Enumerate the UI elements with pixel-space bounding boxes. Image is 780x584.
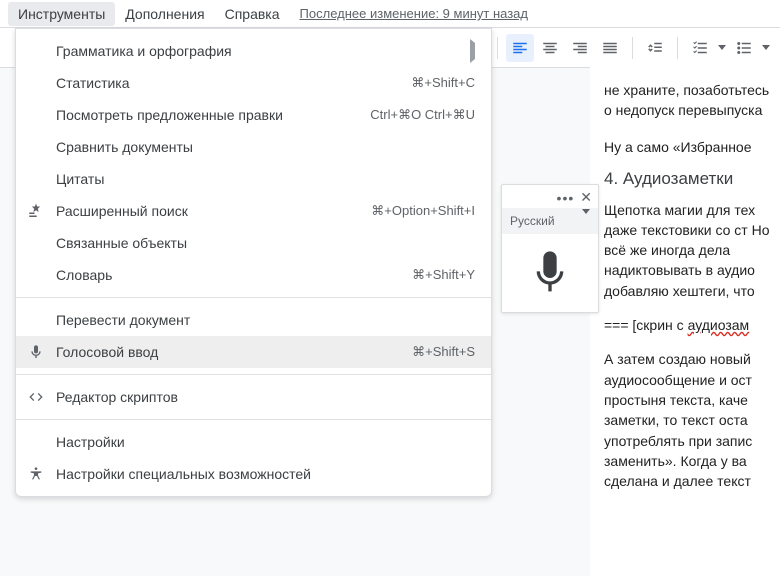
chevron-down-icon [582,214,590,228]
menu-help[interactable]: Справка [215,2,290,26]
mic-icon [16,344,56,360]
checklist-caret[interactable] [716,45,728,50]
menu-item-label: Словарь [56,267,412,283]
menu-item-label: Редактор скриптов [56,389,475,405]
menu-preferences[interactable]: Настройки [16,426,491,458]
menu-item-label: Связанные объекты [56,235,475,251]
menu-item-label: Настройки [56,434,475,450]
close-icon[interactable]: ✕ [580,189,592,206]
toolbar-separator [677,37,678,59]
menu-item-shortcut: ⌘+Option+Shift+I [371,203,475,219]
voice-typing-panel: ••• ✕ Русский [501,184,599,313]
bullet-list-caret[interactable] [760,45,772,50]
align-right-button[interactable] [566,34,594,62]
script-icon [16,389,56,405]
menu-addons[interactable]: Дополнения [115,2,214,26]
menu-dictionary[interactable]: Словарь ⌘+Shift+Y [16,259,491,291]
voice-language-selector[interactable]: Русский [502,208,598,234]
menu-item-label: Посмотреть предложенные правки [56,107,370,123]
menubar: Инструменты Дополнения Справка Последнее… [0,0,780,28]
menu-item-label: Голосовой ввод [56,344,412,360]
menu-explore[interactable]: Расширенный поиск ⌘+Option+Shift+I [16,195,491,227]
menu-word-count[interactable]: Статистика ⌘+Shift+C [16,67,491,99]
doc-heading: 4. Аудиозаметки [604,167,778,192]
checklist-button[interactable] [686,34,714,62]
voice-mic-button[interactable] [502,234,598,312]
menu-item-label: Расширенный поиск [56,203,371,219]
doc-text: === [скрин с аудиозам [604,315,778,335]
doc-text: не храните, позаботьтесь о недопуск пере… [604,80,778,121]
voice-more-icon[interactable]: ••• [557,194,575,202]
menu-linked-objects[interactable]: Связанные объекты [16,227,491,259]
tools-dropdown: Грамматика и орфография Статистика ⌘+Shi… [15,28,492,497]
menu-voice-typing[interactable]: Голосовой ввод ⌘+Shift+S [16,336,491,368]
menu-item-label: Статистика [56,75,411,91]
menu-divider [16,419,491,420]
last-edit-link[interactable]: Последнее изменение: 9 минут назад [300,6,528,21]
doc-text: Ну а само «Избранное [604,137,778,157]
menu-item-label: Сравнить документы [56,139,475,155]
menu-item-shortcut: ⌘+Shift+C [411,75,475,91]
menu-item-label: Грамматика и орфография [56,43,470,59]
menu-compare-documents[interactable]: Сравнить документы [16,131,491,163]
menu-accessibility[interactable]: Настройки специальных возможностей [16,458,491,490]
menu-translate[interactable]: Перевести документ [16,304,491,336]
doc-text: А затем создаю новый аудиосообщение и ос… [604,349,778,491]
menu-divider [16,297,491,298]
doc-text: Щепотка магии для тех даже текстовики со… [604,200,778,301]
bullet-list-button[interactable] [730,34,758,62]
menu-divider [16,374,491,375]
toolbar-separator [632,37,633,59]
menu-script-editor[interactable]: Редактор скриптов [16,381,491,413]
accessibility-icon [16,466,56,482]
submenu-arrow-icon [470,43,475,59]
line-spacing-button[interactable] [641,34,669,62]
menu-item-shortcut: Ctrl+⌘O Ctrl+⌘U [370,107,475,123]
menu-citations[interactable]: Цитаты [16,163,491,195]
align-center-button[interactable] [536,34,564,62]
menu-item-shortcut: ⌘+Shift+S [412,344,475,360]
menu-review-suggestions[interactable]: Посмотреть предложенные правки Ctrl+⌘O C… [16,99,491,131]
menu-tools[interactable]: Инструменты [8,2,115,26]
menu-item-label: Цитаты [56,171,475,187]
menu-item-shortcut: ⌘+Shift+Y [412,267,475,283]
menu-item-label: Перевести документ [56,312,475,328]
voice-language-label: Русский [510,214,555,228]
explore-icon [16,202,56,220]
align-justify-button[interactable] [596,34,624,62]
menu-item-label: Настройки специальных возможностей [56,466,475,482]
menu-spelling-grammar[interactable]: Грамматика и орфография [16,35,491,67]
toolbar-separator [497,37,498,59]
align-left-button[interactable] [506,34,534,62]
document-page[interactable]: не храните, позаботьтесь о недопуск пере… [590,64,780,584]
